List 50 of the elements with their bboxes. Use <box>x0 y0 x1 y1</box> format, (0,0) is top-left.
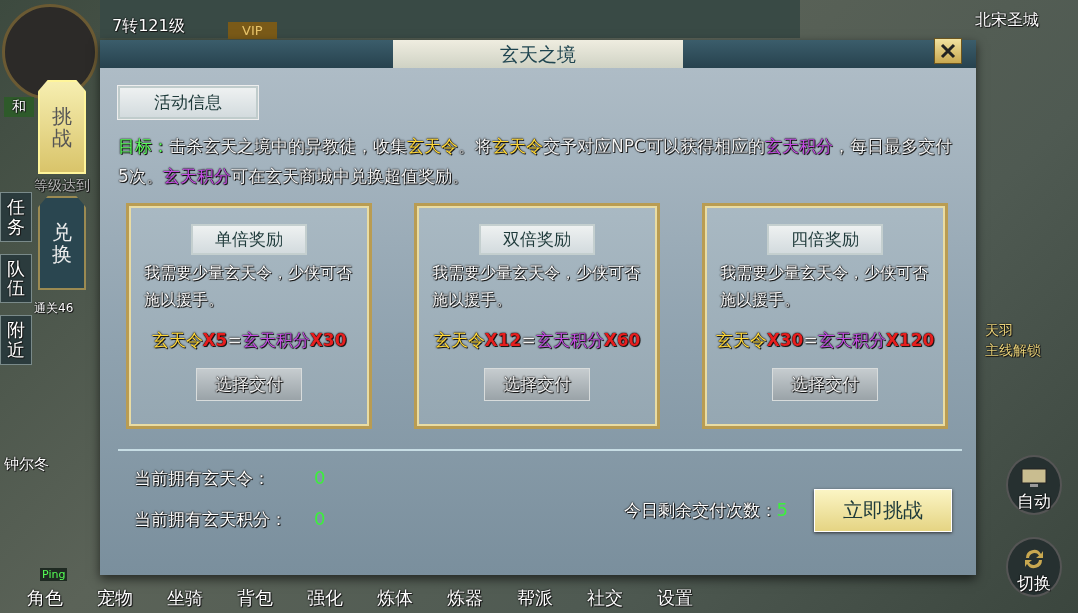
bottom-menu-item[interactable]: 坐骑 <box>150 586 220 610</box>
activity-description: 目标：击杀玄天之境中的异教徒，收集玄天令。将玄天令交予对应NPC可以获得相应的玄天积分，每日最多交付5次。玄天积分可在玄天商城中兑换超值奖励。 <box>118 135 953 188</box>
cycle-arrows-icon <box>1022 548 1046 570</box>
reward-text: 我需要少量玄天令，少侠可否施以援手。 <box>720 262 929 311</box>
reward-title: 单倍奖励 <box>191 224 307 255</box>
owned-tokens-value: 0 <box>314 466 326 490</box>
owned-points-value: 0 <box>314 507 326 531</box>
switch-button[interactable]: 切换 <box>1006 537 1062 597</box>
exchange-formula: 玄天令X12=玄天积分X60 <box>433 329 641 352</box>
exchange-formula: 玄天令X30=玄天积分X120 <box>715 329 935 352</box>
left-panel-tab[interactable]: 附近 <box>0 315 32 365</box>
close-button[interactable] <box>934 38 962 64</box>
reward-text: 我需要少量玄天令，少侠可否施以援手。 <box>144 262 353 311</box>
ping-label: Ping <box>40 568 68 581</box>
section-title: 活动信息 <box>118 86 258 119</box>
reward-title: 四倍奖励 <box>767 224 883 255</box>
reward-title: 双倍奖励 <box>479 224 595 255</box>
close-icon <box>940 43 956 59</box>
bottom-menu-item[interactable]: 角色 <box>10 586 80 610</box>
dialog-title: 玄天之境 <box>393 40 683 68</box>
bottom-menu-item[interactable]: 炼体 <box>360 586 430 610</box>
bottom-menu-item[interactable]: 宠物 <box>80 586 150 610</box>
quest-text[interactable]: 主线解锁 <box>985 342 1041 360</box>
bottom-menu-item[interactable]: 设置 <box>640 586 710 610</box>
pk-mode-button[interactable]: 和 <box>4 97 34 117</box>
npc-name: 钟尔冬 <box>4 455 49 474</box>
remaining-label: 今日剩余交付次数： <box>623 499 777 522</box>
challenge-button[interactable]: 立即挑战 <box>814 489 952 532</box>
remaining-value: 5 <box>776 499 788 522</box>
bottom-menu-item[interactable]: 强化 <box>290 586 360 610</box>
monitor-icon <box>1021 468 1047 488</box>
map-name: 北宋圣城 <box>975 10 1039 31</box>
side-tab[interactable]: 挑战 <box>38 80 86 174</box>
auto-button[interactable]: 自动 <box>1006 455 1062 515</box>
bottom-menu-item[interactable]: 社交 <box>570 586 640 610</box>
exchange-formula: 玄天令X5=玄天积分X30 <box>151 329 347 352</box>
reward-text: 我需要少量玄天令，少侠可否施以援手。 <box>432 262 641 311</box>
player-level: 7转121级 <box>112 16 185 37</box>
left-panel-tab[interactable]: 队伍 <box>0 253 32 304</box>
side-tab[interactable]: 兑换 <box>38 196 86 290</box>
bottom-menu-item[interactable]: 帮派 <box>500 586 570 610</box>
owned-points-label: 当前拥有玄天积分： <box>134 507 288 531</box>
vip-badge[interactable]: VIP <box>228 22 277 39</box>
quest-hint: 等级达到 <box>34 177 90 195</box>
quest-clear-text: 通关46 <box>34 300 74 317</box>
bottom-menu-item[interactable]: 背包 <box>220 586 290 610</box>
bottom-menu-item[interactable]: 炼器 <box>430 586 500 610</box>
owned-tokens-label: 当前拥有玄天令： <box>134 466 271 490</box>
quest-text[interactable]: 天羽 <box>985 322 1041 340</box>
left-panel-tab[interactable]: 任务 <box>0 192 32 242</box>
